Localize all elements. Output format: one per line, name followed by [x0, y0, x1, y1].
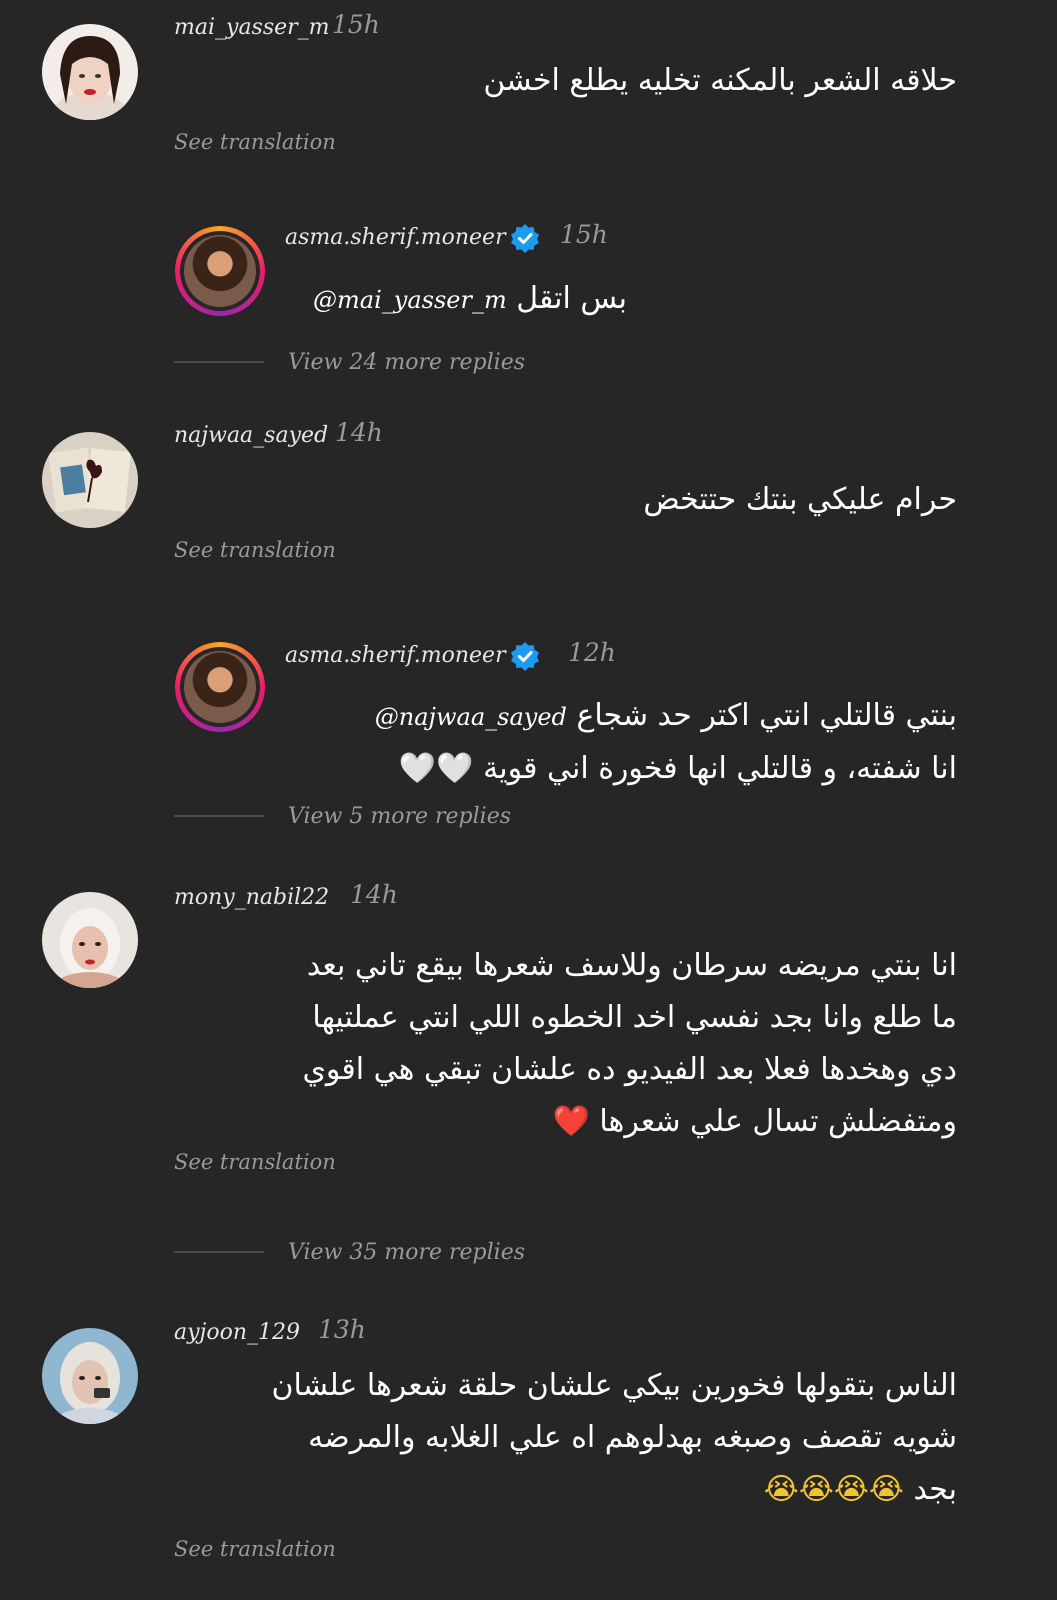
verified-badge-icon [511, 224, 539, 253]
view-more-replies[interactable]: View 24 more replies [174, 347, 525, 377]
avatar[interactable] [42, 24, 138, 120]
comment-username[interactable]: ayjoon_129 [174, 1320, 300, 1345]
reply-username[interactable]: asma.sherif.moneer [285, 643, 506, 668]
comment-line-last: ومتفضلش تسال علي شعرها ❤️ [177, 1096, 957, 1148]
comment-username[interactable]: mony_nabil22 [174, 885, 329, 910]
comment-timestamp: 13h [318, 1315, 366, 1344]
view-more-replies[interactable]: View 5 more replies [174, 801, 511, 831]
view-more-replies[interactable]: View 35 more replies [174, 1237, 525, 1267]
reply-timestamp: 15h [560, 220, 608, 249]
reply-line-1: بنتي قالتلي انتي اكتر حد شجاع @najwaa_sa… [287, 690, 957, 743]
crying-face-emoji: 😭😭😭😭 [763, 1472, 904, 1507]
white-heart-emoji: 🤍🤍 [398, 751, 474, 786]
comment-username[interactable]: najwaa_sayed [174, 423, 328, 448]
avatar[interactable] [42, 892, 138, 988]
red-heart-emoji: ❤️ [552, 1104, 590, 1139]
view-more-replies-label[interactable]: View 24 more replies [288, 350, 525, 375]
comment-line: ما طلع وانا بجد نفسي اخد الخطوه اللي انت… [312, 1000, 957, 1035]
reply-body: بس اتقل [516, 281, 627, 316]
see-translation-link[interactable]: See translation [174, 1150, 336, 1174]
reply-text: بس اتقل @mai_yasser_m [313, 273, 627, 326]
comment-timestamp: 14h [335, 418, 383, 447]
mention-link[interactable]: @najwaa_sayed [375, 703, 567, 731]
comment-timestamp: 15h [332, 10, 380, 39]
view-more-replies-label[interactable]: View 35 more replies [288, 1240, 525, 1265]
comment-line: ومتفضلش تسال علي شعرها [599, 1104, 957, 1139]
comment-line: شويه تقصف وصبغه بهدلوهم اه علي الغلابه و… [308, 1420, 957, 1455]
reply-avatar[interactable] [175, 642, 265, 732]
reply-text: بنتي قالتلي انتي اكتر حد شجاع @najwaa_sa… [287, 690, 957, 795]
reply-body: بنتي قالتلي انتي اكتر حد شجاع [576, 698, 957, 733]
comment-line: انا بنتي مريضه سرطان وللاسف شعرها بيقع ت… [306, 948, 957, 983]
comment-line-last: بجد 😭😭😭😭 [177, 1464, 957, 1516]
avatar[interactable] [42, 1328, 138, 1424]
see-translation-link[interactable]: See translation [174, 538, 336, 562]
avatar[interactable] [42, 432, 138, 528]
comment-line: دي وهخدها فعلا بعد الفيديو ده علشان تبقي… [302, 1052, 957, 1087]
reply-username[interactable]: asma.sherif.moneer [285, 225, 506, 250]
reply-avatar[interactable] [175, 226, 265, 316]
mention-link[interactable]: @mai_yasser_m [313, 286, 507, 314]
comment-text: الناس بتقولها فخورين بيكي علشان حلقة شعر… [177, 1360, 957, 1516]
comment-text: حرام عليكي بنتك حتتخض [643, 482, 957, 517]
comment-line: بجد [913, 1472, 957, 1507]
comment-username[interactable]: mai_yasser_m [174, 15, 330, 40]
comment-timestamp: 14h [350, 880, 398, 909]
verified-badge-icon [511, 642, 539, 671]
reply-timestamp: 12h [568, 638, 616, 667]
comment-text: انا بنتي مريضه سرطان وللاسف شعرها بيقع ت… [177, 940, 957, 1148]
comment-line: الناس بتقولها فخورين بيكي علشان حلقة شعر… [271, 1368, 957, 1403]
reply-body-line-2: انا شفته، و قالتلي انها فخورة اني قوية [483, 751, 957, 786]
reply-line-2: انا شفته، و قالتلي انها فخورة اني قوية 🤍… [287, 743, 957, 795]
view-more-replies-label[interactable]: View 5 more replies [288, 804, 511, 829]
comment-text: حلاقه الشعر بالمكنه تخليه يطلع اخشن [483, 63, 957, 98]
see-translation-link[interactable]: See translation [174, 130, 336, 154]
see-translation-link[interactable]: See translation [174, 1537, 336, 1561]
